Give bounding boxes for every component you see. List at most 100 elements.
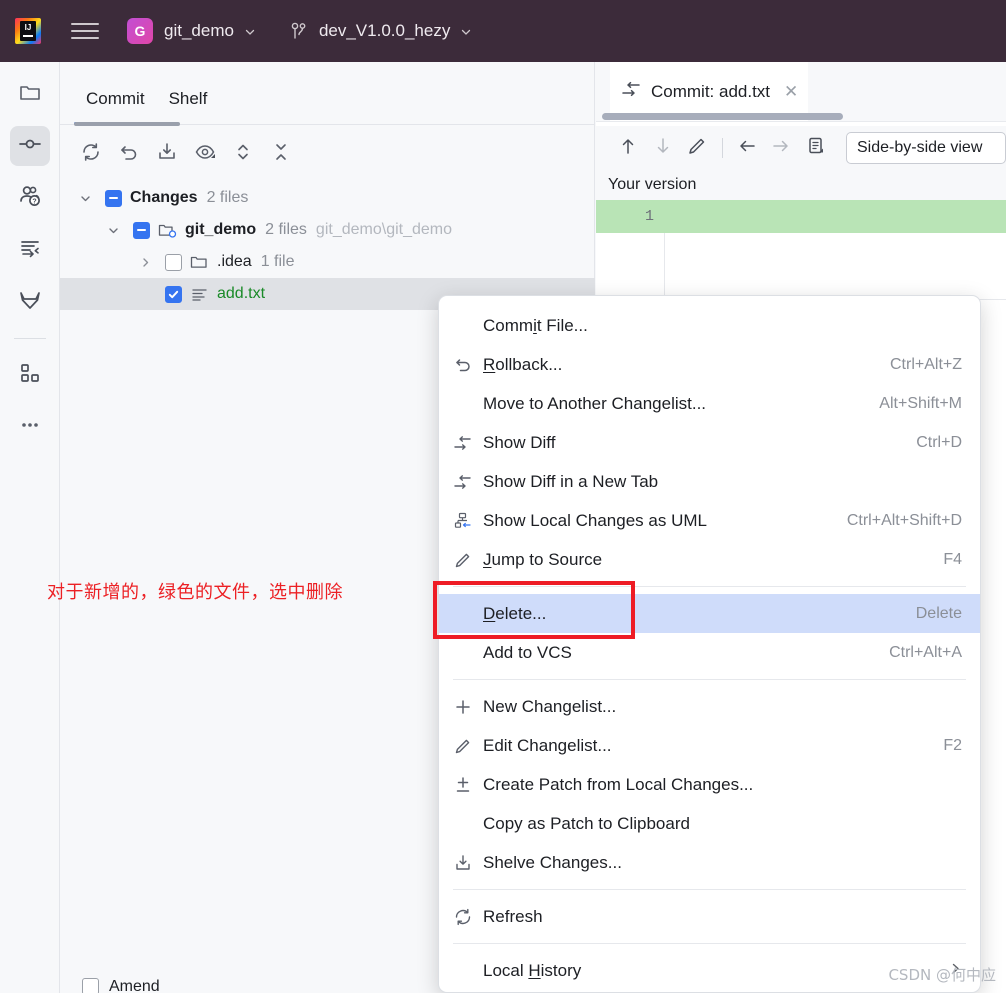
menu-item-jump-to-source[interactable]: Jump to Source F4 <box>439 540 980 579</box>
toolstrip-divider <box>13 338 46 339</box>
squares-grid-icon <box>18 361 42 390</box>
diff-view-mode-value: Side-by-side view <box>857 139 983 156</box>
expand-collapse-button[interactable] <box>226 139 260 169</box>
rollback-arrow-icon <box>118 141 140 168</box>
file-name: add.txt <box>217 285 266 302</box>
menu-item-rollback[interactable]: Rollback... Ctrl+Alt+Z <box>439 345 980 384</box>
menu-item-copy-as-patch[interactable]: Copy as Patch to Clipboard <box>439 804 980 843</box>
diff-arrows-icon <box>453 472 483 492</box>
menu-item-label: Show Diff in a New Tab <box>483 471 659 491</box>
menu-item-delete[interactable]: Delete... Delete <box>439 594 980 633</box>
next-difference-button[interactable] <box>647 132 680 164</box>
file-checkbox[interactable] <box>165 285 182 303</box>
refresh-changes-button[interactable] <box>74 139 108 169</box>
module-folder-icon <box>158 221 178 239</box>
rollback-button[interactable] <box>112 139 146 169</box>
module-checkbox[interactable] <box>133 221 150 239</box>
menu-item-create-patch[interactable]: Create Patch from Local Changes... <box>439 765 980 804</box>
menu-item-show-diff-new-tab[interactable]: Show Diff in a New Tab <box>439 462 980 501</box>
changelist-checkbox[interactable] <box>105 189 122 207</box>
sidebar-item-gitlab[interactable] <box>10 282 50 322</box>
active-tab-indicator <box>74 122 180 126</box>
collapse-all-button[interactable] <box>264 139 298 169</box>
menu-item-shortcut: F2 <box>943 736 962 754</box>
edit-source-button[interactable] <box>681 132 714 164</box>
menu-item-new-changelist[interactable]: New Changelist... <box>439 687 980 726</box>
chevron-down-icon[interactable] <box>74 192 96 205</box>
menu-separator <box>453 943 966 944</box>
pencil-icon <box>453 736 483 756</box>
toolbar-divider <box>721 138 723 158</box>
menu-item-show-diff[interactable]: Show Diff Ctrl+D <box>439 423 980 462</box>
amend-commit-row[interactable]: Amend <box>60 978 440 993</box>
tab-shelf-label: Shelf <box>168 89 208 108</box>
sidebar-item-project[interactable] <box>10 74 50 114</box>
show-diff-preview-button[interactable] <box>188 139 222 169</box>
amend-checkbox[interactable] <box>82 978 99 993</box>
menu-item-shortcut: Delete <box>915 604 962 622</box>
shelve-download-icon <box>453 853 483 873</box>
red-annotation-text: 对于新增的，绿色的文件，选中删除 <box>47 582 343 603</box>
changes-context-menu: Commit File... Rollback... Ctrl+Alt+Z Mo… <box>438 295 981 993</box>
chevron-down-icon <box>244 26 255 36</box>
csdn-watermark: CSDN @何中应 <box>888 966 996 984</box>
create-patch-icon <box>453 775 483 795</box>
sidebar-item-plugins[interactable] <box>10 355 50 395</box>
menu-item-shortcut: F4 <box>943 550 962 568</box>
pencil-icon <box>686 135 708 162</box>
chevron-down-icon[interactable] <box>102 224 124 237</box>
branch-selector[interactable]: dev_V1.0.0_hezy <box>284 14 478 48</box>
previous-difference-button[interactable] <box>612 132 645 164</box>
menu-item-commit-file[interactable]: Commit File... <box>439 306 980 345</box>
tree-row-folder-idea[interactable]: .idea 1 file <box>60 246 595 278</box>
arrow-down-icon <box>652 135 674 162</box>
module-count: 2 files <box>265 221 307 238</box>
left-tool-strip: ? <box>0 62 60 993</box>
tab-shelf[interactable]: Shelf <box>157 89 220 124</box>
shelve-changes-button[interactable] <box>150 139 184 169</box>
hamburger-menu-icon[interactable] <box>71 20 99 42</box>
diff-view-mode-select[interactable]: Side-by-side view <box>846 132 1006 164</box>
menu-item-move-to-another-changelist[interactable]: Move to Another Changelist... Alt+Shift+… <box>439 384 980 423</box>
folder-checkbox[interactable] <box>165 253 182 271</box>
project-selector[interactable]: G git_demo <box>121 14 262 48</box>
menu-separator <box>453 889 966 890</box>
tree-row-changes[interactable]: Changes 2 files <box>60 182 595 214</box>
project-name: git_demo <box>164 21 234 40</box>
commit-toolbar <box>60 132 595 176</box>
sidebar-item-pull-requests[interactable]: ? <box>10 178 50 218</box>
refresh-icon <box>80 141 102 168</box>
menu-item-add-to-vcs[interactable]: Add to VCS Ctrl+Alt+A <box>439 633 980 672</box>
menu-item-icon-placeholder <box>453 643 483 663</box>
sidebar-item-commit[interactable] <box>9 126 50 166</box>
close-icon[interactable]: ✕ <box>784 82 798 102</box>
uml-diagram-icon <box>453 511 483 531</box>
menu-item-label: Refresh <box>483 906 543 926</box>
scrollbar-thumb[interactable] <box>602 113 843 120</box>
your-version-label: Your version <box>596 170 1006 200</box>
shelve-download-icon <box>156 141 178 168</box>
diff-tab-scrollbar[interactable] <box>599 113 1004 123</box>
menu-item-icon-placeholder <box>453 316 483 336</box>
menu-item-refresh[interactable]: Refresh <box>439 897 980 936</box>
menu-item-shelve-changes[interactable]: Shelve Changes... <box>439 843 980 882</box>
eye-icon <box>194 141 216 168</box>
folder-icon <box>190 253 210 271</box>
sidebar-item-merge-requests[interactable] <box>10 230 50 270</box>
tab-commit[interactable]: Commit <box>74 89 157 125</box>
module-path: git_demo\git_demo <box>315 221 453 238</box>
menu-item-label: Jump to Source <box>483 549 603 569</box>
chevron-right-icon[interactable] <box>134 256 156 269</box>
accept-left-button[interactable] <box>731 132 764 164</box>
menu-item-edit-changelist[interactable]: Edit Changelist... F2 <box>439 726 980 765</box>
menu-item-icon-placeholder <box>453 961 483 981</box>
diff-settings-button[interactable] <box>800 132 833 164</box>
accept-right-button[interactable] <box>765 132 798 164</box>
sidebar-item-more[interactable] <box>10 407 50 447</box>
tree-row-module[interactable]: git_demo 2 files git_demo\git_demo <box>60 214 595 246</box>
menu-item-show-local-changes-as-uml[interactable]: Show Local Changes as UML Ctrl+Alt+Shift… <box>439 501 980 540</box>
document-settings-icon <box>805 135 827 162</box>
menu-item-shortcut: Ctrl+D <box>916 433 962 451</box>
intellij-idea-logo: IJ <box>13 16 43 46</box>
project-badge: G <box>127 18 153 44</box>
